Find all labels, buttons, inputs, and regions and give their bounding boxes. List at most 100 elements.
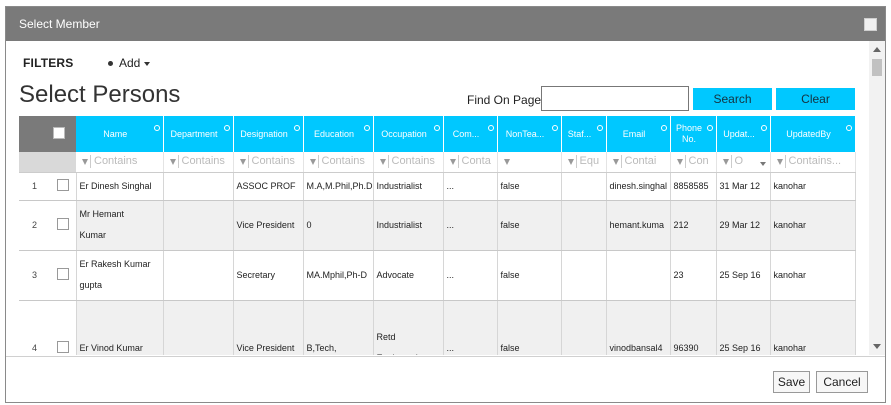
add-filter-label: Add: [119, 56, 141, 70]
filter-cell-nonteaching[interactable]: [497, 152, 562, 173]
column-header-department[interactable]: Department: [163, 116, 234, 152]
cell-department: [163, 250, 234, 301]
filter-cell-occupation[interactable]: Contains: [373, 152, 444, 173]
cell-education: M.A,M.Phil,Ph.D: [303, 172, 374, 201]
filter-cell-email[interactable]: Contai: [606, 152, 671, 173]
row-select-cell: [50, 300, 77, 355]
filter-icon[interactable]: [379, 158, 386, 165]
dropdown-caret-icon[interactable]: [759, 162, 766, 167]
filter-icon[interactable]: [567, 158, 574, 165]
filter-icon[interactable]: [449, 158, 456, 165]
cell-email: vinodbansal4: [606, 300, 671, 355]
filter-icon[interactable]: [612, 158, 619, 165]
column-header-phone[interactable]: Phone No.: [670, 116, 717, 152]
row-checkbox[interactable]: [56, 218, 69, 230]
column-header-updated[interactable]: Updat...: [716, 116, 771, 152]
row-checkbox[interactable]: [56, 268, 69, 280]
filter-cell-phone[interactable]: Con: [670, 152, 717, 173]
filter-icon[interactable]: [776, 158, 783, 165]
column-settings-icon[interactable]: [596, 125, 603, 131]
row-number-header: [19, 116, 50, 152]
filter-cell-updated[interactable]: O: [716, 152, 771, 173]
row-checkbox[interactable]: [56, 341, 69, 353]
table-row[interactable]: 3 Er Rakesh Kumar gupta Secretary MA.Mph…: [19, 250, 856, 301]
filter-cell-updatedby[interactable]: Contains...: [770, 152, 856, 173]
filter-icon[interactable]: [82, 158, 88, 165]
find-on-page-label: Find On Page: [467, 93, 542, 107]
column-header-nonteaching[interactable]: NonTea...: [497, 116, 562, 152]
column-settings-icon[interactable]: [153, 125, 160, 131]
add-filter-menu[interactable]: Add: [108, 56, 151, 70]
cell-updatedby: kanohar: [770, 200, 856, 251]
filter-icon[interactable]: [169, 158, 176, 165]
column-settings-icon[interactable]: [706, 125, 713, 131]
cell-education: 0: [303, 200, 374, 251]
cell-updated: 29 Mar 12: [716, 200, 771, 251]
filter-icon[interactable]: [503, 159, 510, 166]
filter-cell-staff[interactable]: Equ: [561, 152, 607, 173]
save-button[interactable]: Save: [773, 371, 810, 393]
cell-designation: Vice President: [233, 300, 304, 355]
filter-icon[interactable]: [722, 158, 729, 165]
dialog-title: Select Member: [19, 17, 100, 31]
cell-staff: [561, 200, 607, 251]
close-icon[interactable]: [864, 18, 877, 31]
cell-education: MA.Mphil,Ph-D: [303, 250, 374, 301]
column-header-name[interactable]: Name: [76, 116, 164, 152]
vertical-scrollbar[interactable]: [869, 41, 885, 355]
find-on-page-input[interactable]: [541, 86, 689, 111]
column-header-designation[interactable]: Designation: [233, 116, 304, 152]
clear-button[interactable]: Clear: [776, 88, 855, 110]
filter-cell-department[interactable]: Contains: [163, 152, 234, 173]
column-settings-icon[interactable]: [223, 125, 230, 131]
filters-bar: FILTERS Add: [23, 56, 151, 72]
row-select-cell: [50, 200, 77, 251]
scroll-up-icon[interactable]: [873, 47, 881, 52]
filter-icon[interactable]: [239, 158, 246, 165]
table-row[interactable]: 4 Er Vinod Kumar Vice President B,Tech, …: [19, 300, 856, 355]
column-settings-icon[interactable]: [363, 125, 370, 131]
cell-email: hemant.kuma: [606, 200, 671, 251]
column-header-occupation[interactable]: Occupation: [373, 116, 444, 152]
column-header-education[interactable]: Education: [303, 116, 374, 152]
column-settings-icon[interactable]: [433, 125, 440, 131]
scroll-down-icon[interactable]: [873, 344, 881, 349]
column-settings-icon[interactable]: [845, 125, 852, 131]
cell-com: ...: [443, 250, 498, 301]
cell-name: Er Vinod Kumar: [76, 300, 164, 355]
column-header-staff[interactable]: Staf...: [561, 116, 607, 152]
cell-email: [606, 250, 671, 301]
column-settings-icon[interactable]: [760, 125, 767, 131]
search-button[interactable]: Search: [693, 88, 772, 110]
column-settings-icon[interactable]: [487, 125, 494, 131]
cell-nonteaching: false: [497, 250, 562, 301]
filter-cell-com[interactable]: Conta: [443, 152, 498, 173]
scroll-thumb[interactable]: [872, 59, 882, 76]
filter-cell-education[interactable]: Contains: [303, 152, 374, 173]
select-all-checkbox[interactable]: [53, 127, 65, 139]
column-settings-icon[interactable]: [660, 125, 667, 131]
column-header-updatedby[interactable]: UpdatedBy: [770, 116, 856, 152]
table-row[interactable]: 2 Mr Hemant Kumar Vice President 0 Indus…: [19, 200, 856, 251]
cell-occupation: Retd Engineer-In-: [373, 300, 444, 355]
filters-label: FILTERS: [23, 56, 74, 70]
cell-com: ...: [443, 172, 498, 201]
filter-row: Contains Contains Contains Contains Cont…: [19, 152, 856, 173]
filter-cell-name[interactable]: Contains: [76, 152, 164, 173]
table-row[interactable]: 1 Er Dinesh Singhal ASSOC PROF M.A,M.Phi…: [19, 172, 856, 201]
cell-com: ...: [443, 300, 498, 355]
filter-icon[interactable]: [676, 158, 683, 165]
cell-updated: 25 Sep 16: [716, 300, 771, 355]
filter-cell-designation[interactable]: Contains: [233, 152, 304, 173]
filter-icon[interactable]: [309, 158, 316, 165]
cell-name: Er Dinesh Singhal: [76, 172, 164, 201]
cell-nonteaching: false: [497, 172, 562, 201]
cancel-button[interactable]: Cancel: [816, 371, 868, 393]
cell-updated: 31 Mar 12: [716, 172, 771, 201]
row-checkbox[interactable]: [56, 179, 69, 191]
column-header-email[interactable]: Email: [606, 116, 671, 152]
column-settings-icon[interactable]: [551, 125, 558, 131]
dialog-content: FILTERS Add Select Persons Find On Page …: [6, 41, 885, 355]
column-settings-icon[interactable]: [293, 125, 300, 131]
column-header-com[interactable]: Com...: [443, 116, 498, 152]
